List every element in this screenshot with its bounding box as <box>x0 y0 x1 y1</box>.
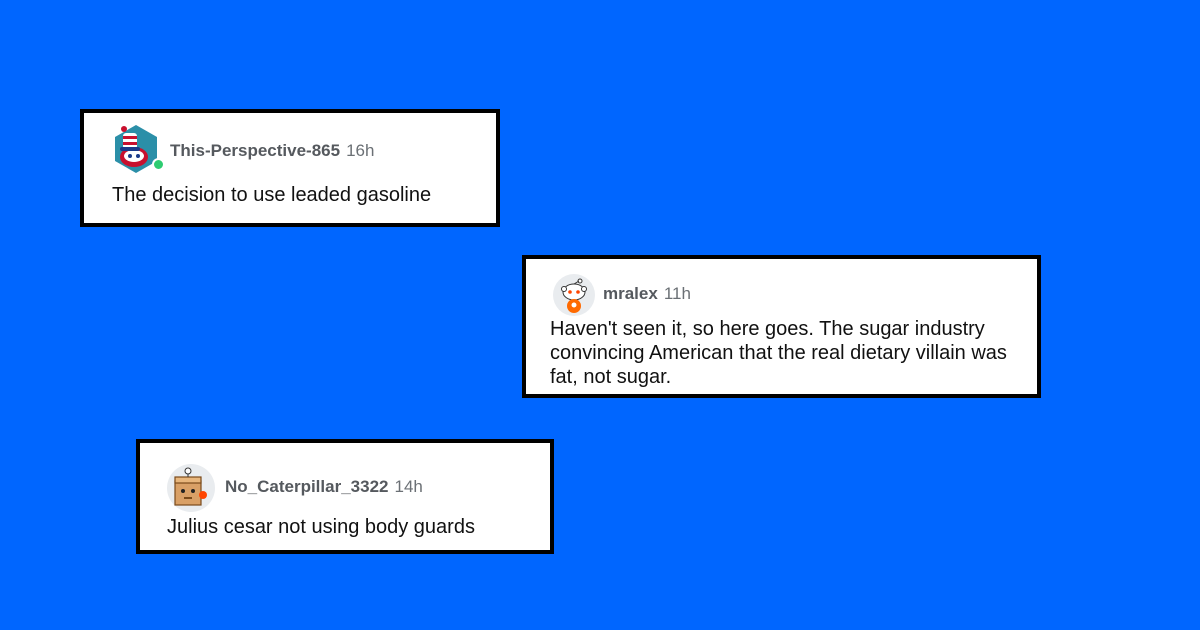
comment-card: This-Perspective-865 16h The decision to… <box>80 109 500 227</box>
comment-header: mralex 11h <box>603 282 691 306</box>
timestamp[interactable]: 11h <box>664 284 691 304</box>
timestamp[interactable]: 16h <box>346 141 374 161</box>
comment-text: Julius cesar not using body guards <box>167 516 475 538</box>
username-link[interactable]: This-Perspective-865 <box>170 141 340 161</box>
comment-text: The decision to use leaded gasoline <box>112 184 432 206</box>
username-link[interactable]: mralex <box>603 284 658 304</box>
online-status-icon <box>152 158 165 171</box>
snoo-default-avatar-icon[interactable] <box>552 273 596 317</box>
timestamp[interactable]: 14h <box>394 477 422 497</box>
snoo-hat-avatar-icon[interactable] <box>110 123 165 175</box>
snoo-box-avatar-icon[interactable] <box>166 463 216 513</box>
comment-text: Haven't seen it, so here goes. The sugar… <box>550 318 1007 388</box>
comment-card: mralex 11h Haven't seen it, so here goes… <box>522 255 1041 398</box>
username-link[interactable]: No_Caterpillar_3322 <box>225 477 388 497</box>
page-background: { "comments": [ { "username": "This-Pers… <box>0 0 1200 630</box>
comment-card: No_Caterpillar_3322 14h Julius cesar not… <box>136 439 554 554</box>
comment-header: No_Caterpillar_3322 14h <box>225 475 423 499</box>
comment-header: This-Perspective-865 16h <box>170 139 374 163</box>
